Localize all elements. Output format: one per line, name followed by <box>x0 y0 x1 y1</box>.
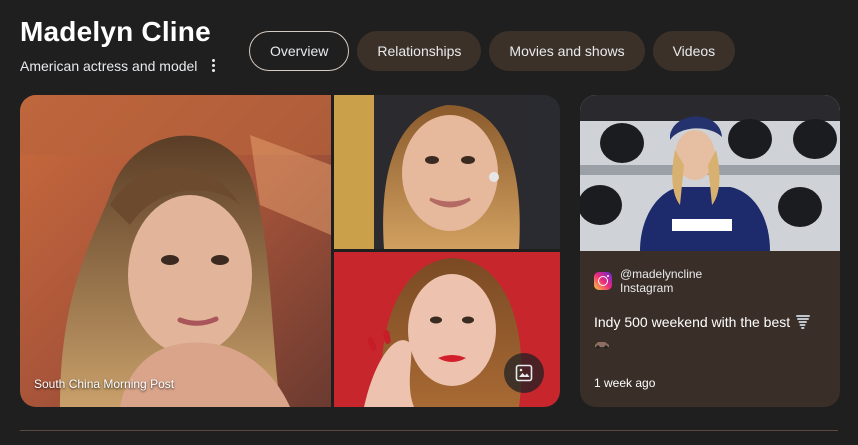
instagram-icon <box>594 272 612 290</box>
secondary-portrait-photo <box>334 95 560 249</box>
entity-description: American actress and model <box>20 58 198 74</box>
tab-videos[interactable]: Videos <box>652 31 736 71</box>
author-text: @madelyncline Instagram <box>620 267 702 295</box>
post-photo-art <box>580 95 840 251</box>
instagram-post-card[interactable]: @madelyncline Instagram Indy 500 weekend… <box>580 95 840 407</box>
tornado-emoji-icon <box>796 315 811 329</box>
image-gallery-button[interactable] <box>504 353 544 393</box>
race-car-emoji-icon <box>595 342 609 349</box>
main-portrait-image[interactable]: South China Morning Post <box>20 95 331 407</box>
image-gallery-icon <box>515 364 533 382</box>
tab-movies-and-shows[interactable]: Movies and shows <box>489 31 645 71</box>
author-handle: @madelyncline <box>620 267 703 281</box>
image-mosaic: South China Morning Post <box>20 95 560 407</box>
post-photo <box>580 95 840 251</box>
tab-overview[interactable]: Overview <box>249 31 350 71</box>
subtitle-row: American actress and model <box>20 58 216 74</box>
main-portrait-photo <box>20 95 331 407</box>
tab-bar: Overview Relationships Movies and shows … <box>249 31 736 71</box>
platform-name: Instagram <box>620 281 674 295</box>
tertiary-portrait-image[interactable] <box>334 252 560 407</box>
page-title: Madelyn Cline <box>20 16 211 47</box>
image-source-label: South China Morning Post <box>34 377 175 391</box>
post-text-row: Indy 500 weekend with the best <box>594 311 826 333</box>
tab-relationships[interactable]: Relationships <box>357 31 482 71</box>
section-divider <box>20 430 838 431</box>
post-text: Indy 500 weekend with the best <box>594 314 791 330</box>
post-author-row: @madelyncline Instagram <box>594 267 826 295</box>
post-emoji-row <box>594 339 826 352</box>
more-options-icon[interactable] <box>211 59 216 73</box>
secondary-portrait-image[interactable] <box>334 95 560 249</box>
post-timestamp: 1 week ago <box>594 376 656 390</box>
post-content: @madelyncline Instagram Indy 500 weekend… <box>594 267 826 352</box>
